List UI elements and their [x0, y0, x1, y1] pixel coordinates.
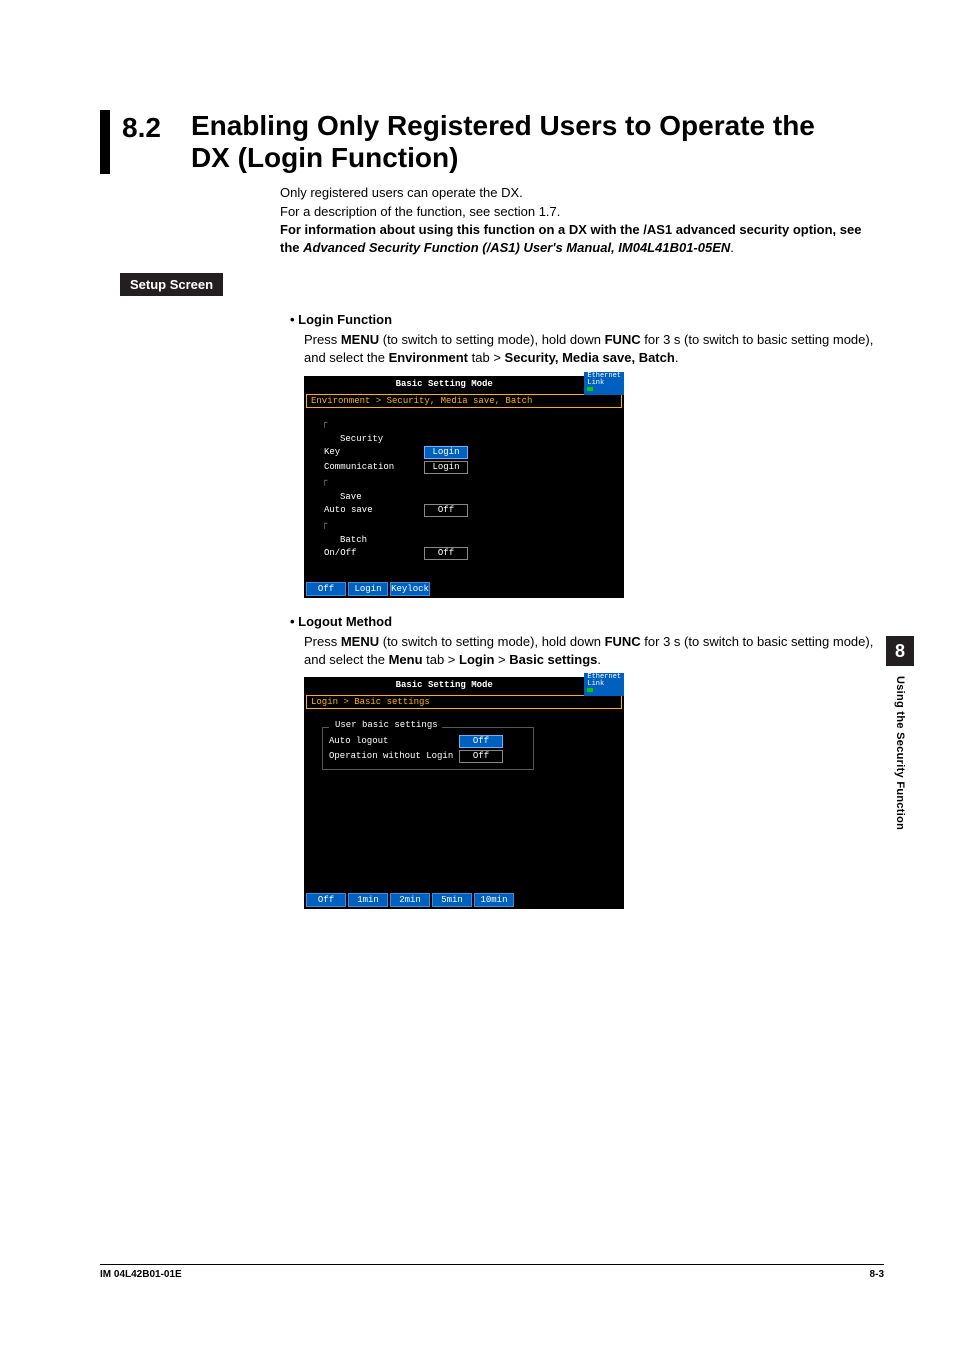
t: .: [675, 350, 679, 365]
ds1-softkeys: Off Login Keylock: [304, 580, 624, 598]
softkey-5min[interactable]: 5min: [432, 893, 472, 907]
t: Press: [304, 332, 341, 347]
footer-left: IM 04L42B01-01E: [100, 1269, 182, 1280]
ds1-breadcrumb: Environment > Security, Media save, Batc…: [306, 394, 622, 408]
row-opwo-label: Operation without Login: [329, 751, 459, 761]
t: tab >: [468, 350, 505, 365]
group-save: Save: [340, 492, 614, 502]
section-header: 8.2 Enabling Only Registered Users to Op…: [100, 110, 884, 174]
env-strong: Environment: [389, 350, 468, 365]
t: tab >: [423, 652, 460, 667]
ds2-breadcrumb: Login > Basic settings: [306, 695, 622, 709]
softkey-off[interactable]: Off: [306, 893, 346, 907]
row-key-label: Key: [324, 447, 424, 457]
menu2-strong: Menu: [389, 652, 423, 667]
intro-end: .: [730, 240, 734, 255]
t: Press: [304, 634, 341, 649]
title-line2: DX (Login Function): [191, 142, 459, 173]
frame-corner: ┌: [314, 476, 614, 486]
eth2: Link: [587, 680, 604, 688]
ds1-title: Basic Setting Mode: [304, 379, 584, 389]
device-screen-1: Basic Setting Mode Ethernet Link Environ…: [304, 376, 624, 598]
ds2-titlebar: Basic Setting Mode Ethernet Link: [304, 677, 624, 693]
eth2: Link: [587, 379, 604, 387]
softkey-2min[interactable]: 2min: [390, 893, 430, 907]
login-function-title: Login Function: [290, 312, 884, 327]
section-number: 8.2: [122, 110, 161, 174]
t: >: [494, 652, 509, 667]
login-strong: Login: [459, 652, 494, 667]
intro-text: Only registered users can operate the DX…: [280, 184, 884, 257]
intro-italic: Advanced Security Function (/AS1) User's…: [303, 240, 730, 255]
page-footer: IM 04L42B01-01E 8-3: [100, 1264, 884, 1280]
row-autologout-label: Auto logout: [329, 736, 459, 746]
ds2-ethernet-indicator: Ethernet Link: [584, 673, 624, 696]
row-onoff-value[interactable]: Off: [424, 547, 468, 560]
softkey-10min[interactable]: 10min: [474, 893, 514, 907]
frame-corner: ┌: [314, 519, 614, 529]
intro-line3: For information about using this functio…: [280, 221, 884, 257]
func-strong: FUNC: [605, 634, 641, 649]
row-autosave-value[interactable]: Off: [424, 504, 468, 517]
row-comm-value[interactable]: Login: [424, 461, 468, 474]
device-screen-2: Basic Setting Mode Ethernet Link Login >…: [304, 677, 624, 909]
row-opwo-value[interactable]: Off: [459, 750, 503, 763]
t: (to switch to setting mode), hold down: [379, 634, 604, 649]
ds1-titlebar: Basic Setting Mode Ethernet Link: [304, 376, 624, 392]
section-title: Enabling Only Registered Users to Operat…: [191, 110, 815, 174]
login-function-subsection: Login Function Press MENU (to switch to …: [290, 312, 884, 909]
group-security: Security: [340, 434, 614, 444]
intro-line2: For a description of the function, see s…: [280, 203, 884, 221]
row-auto-logout: Auto logout Off: [329, 735, 527, 748]
footer-right: 8-3: [870, 1269, 884, 1280]
row-communication: Communication Login: [314, 461, 614, 474]
softkey-off[interactable]: Off: [306, 582, 346, 596]
softkey-1min[interactable]: 1min: [348, 893, 388, 907]
user-basic-settings-frame: User basic settings Auto logout Off Oper…: [322, 727, 534, 770]
ds2-title: Basic Setting Mode: [304, 680, 584, 690]
frame-corner: ┌: [314, 418, 614, 428]
softkey-keylock[interactable]: Keylock: [390, 582, 430, 596]
sec-strong: Security, Media save, Batch: [505, 350, 675, 365]
row-comm-label: Communication: [324, 462, 424, 472]
side-tab-number: 8: [886, 636, 914, 666]
user-basic-settings-label: User basic settings: [331, 720, 442, 730]
row-onoff-label: On/Off: [324, 548, 424, 558]
basic-strong: Basic settings: [509, 652, 597, 667]
ds2-softkeys: Off 1min 2min 5min 10min: [304, 891, 624, 909]
softkey-login[interactable]: Login: [348, 582, 388, 596]
row-autosave-label: Auto save: [324, 505, 424, 515]
menu-strong: MENU: [341, 634, 379, 649]
setup-screen-label: Setup Screen: [120, 273, 223, 296]
t: .: [597, 652, 601, 667]
row-onoff: On/Off Off: [314, 547, 614, 560]
row-key: Key Login: [314, 446, 614, 459]
link-led-icon: [587, 387, 593, 391]
ds1-ethernet-indicator: Ethernet Link: [584, 372, 624, 395]
row-autologout-value[interactable]: Off: [459, 735, 503, 748]
menu-strong: MENU: [341, 332, 379, 347]
ds1-body: ┌ Security Key Login Communication Login…: [304, 410, 624, 580]
func-strong: FUNC: [605, 332, 641, 347]
t: (to switch to setting mode), hold down: [379, 332, 604, 347]
side-tab-text: Using the Security Function: [894, 676, 906, 830]
logout-method-title: Logout Method: [290, 614, 884, 629]
side-tab: 8 Using the Security Function: [886, 636, 914, 830]
row-key-value[interactable]: Login: [424, 446, 468, 459]
link-led-icon: [587, 688, 593, 692]
logout-method-body: Press MENU (to switch to setting mode), …: [304, 633, 884, 669]
ds2-body: User basic settings Auto logout Off Oper…: [304, 711, 624, 891]
row-op-without-login: Operation without Login Off: [329, 750, 527, 763]
group-batch: Batch: [340, 535, 614, 545]
header-bar: [100, 110, 110, 174]
intro-line1: Only registered users can operate the DX…: [280, 184, 884, 202]
login-function-body: Press MENU (to switch to setting mode), …: [304, 331, 884, 367]
row-autosave: Auto save Off: [314, 504, 614, 517]
title-line1: Enabling Only Registered Users to Operat…: [191, 110, 815, 141]
